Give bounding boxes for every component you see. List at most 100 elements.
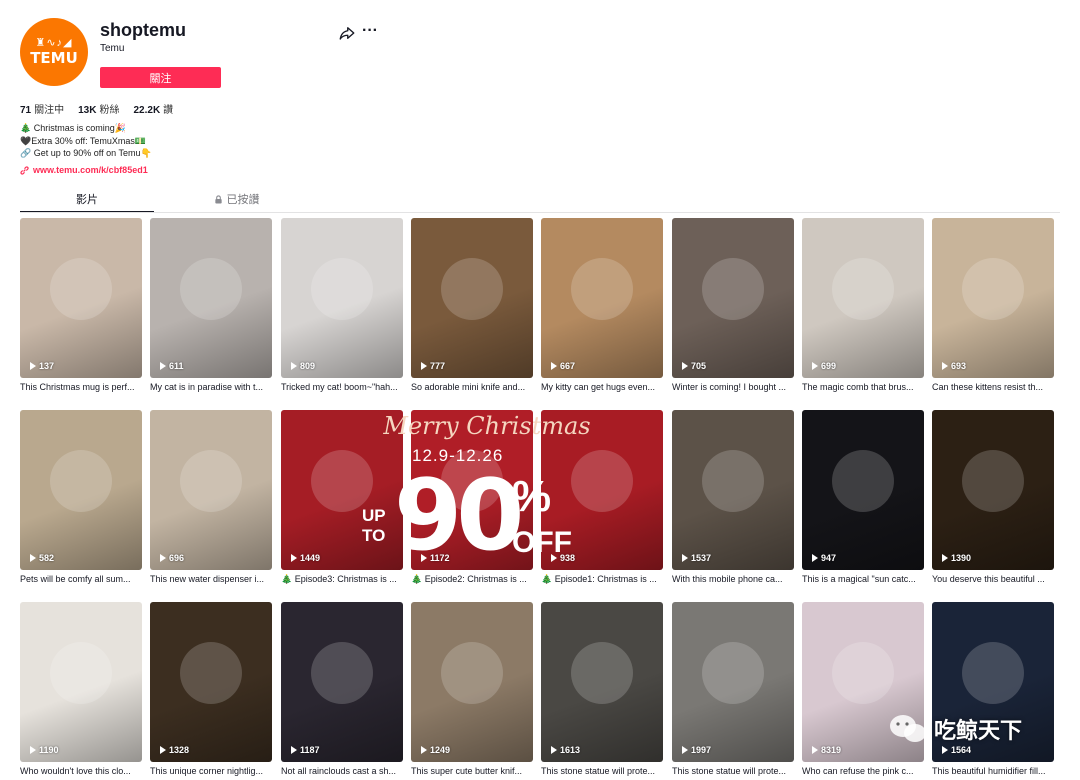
video-thumbnail[interactable]: 699 xyxy=(802,218,924,378)
video-card[interactable]: 582 Pets will be comfy all sum... xyxy=(20,410,142,584)
video-thumbnail[interactable]: 1187 xyxy=(281,602,403,762)
video-card[interactable]: 1997 This stone statue will prote... xyxy=(672,602,794,776)
video-thumbnail[interactable]: 1449 xyxy=(281,410,403,570)
video-thumbnail[interactable]: 696 xyxy=(150,410,272,570)
video-card[interactable]: 1190 Who wouldn't love this clo... xyxy=(20,602,142,776)
video-caption[interactable]: 🎄 Episode2: Christmas is ... xyxy=(411,574,533,585)
video-thumbnail[interactable]: 1997 xyxy=(672,602,794,762)
bio-link-text[interactable]: www.temu.com/k/cbf85ed1 xyxy=(33,165,148,175)
link-icon xyxy=(20,165,29,175)
video-caption[interactable]: With this mobile phone ca... xyxy=(672,574,794,584)
video-card[interactable]: 1187 Not all rainclouds cast a sh... xyxy=(281,602,403,776)
video-caption[interactable]: This beautiful humidifier fill... xyxy=(932,766,1054,776)
video-thumbnail[interactable]: 1328 xyxy=(150,602,272,762)
tab-liked[interactable]: 已按讚 xyxy=(170,191,304,209)
video-card[interactable]: 938 🎄 Episode1: Christmas is ... xyxy=(541,410,663,585)
video-caption[interactable]: Not all rainclouds cast a sh... xyxy=(281,766,403,776)
video-thumbnail[interactable]: 667 xyxy=(541,218,663,378)
video-thumbnail[interactable]: 1249 xyxy=(411,602,533,762)
video-caption[interactable]: The magic comb that brus... xyxy=(802,382,924,392)
video-card[interactable]: 696 This new water dispenser i... xyxy=(150,410,272,584)
video-caption[interactable]: Pets will be comfy all sum... xyxy=(20,574,142,584)
video-caption[interactable]: My cat is in paradise with t... xyxy=(150,382,272,392)
play-icon xyxy=(421,362,427,370)
video-caption[interactable]: You deserve this beautiful ... xyxy=(932,574,1054,584)
video-caption[interactable]: Tricked my cat! boom~"hah... xyxy=(281,382,403,392)
video-card[interactable]: 699 The magic comb that brus... xyxy=(802,218,924,392)
video-thumbnail[interactable]: 611 xyxy=(150,218,272,378)
follow-button[interactable]: 關注 xyxy=(100,67,221,88)
view-count-text: 699 xyxy=(821,361,837,371)
video-thumbnail[interactable]: 938 xyxy=(541,410,663,570)
video-card[interactable]: 1613 This stone statue will prote... xyxy=(541,602,663,776)
video-thumbnail[interactable]: 1190 xyxy=(20,602,142,762)
profile-stats: 71 關注中 13K 粉絲 22.2K 讚 xyxy=(20,101,173,116)
video-card[interactable]: 1564 This beautiful humidifier fill... xyxy=(932,602,1054,776)
view-count: 1997 xyxy=(682,745,711,755)
view-count-text: 1172 xyxy=(430,553,450,563)
video-card[interactable]: 1537 With this mobile phone ca... xyxy=(672,410,794,584)
stat-following[interactable]: 71 關注中 xyxy=(20,101,64,116)
video-thumbnail[interactable]: 777 xyxy=(411,218,533,378)
video-card[interactable]: 777 So adorable mini knife and... xyxy=(411,218,533,392)
stat-likes: 22.2K 讚 xyxy=(133,105,174,116)
video-caption[interactable]: Who wouldn't love this clo... xyxy=(20,766,142,776)
video-card[interactable]: 137 This Christmas mug is perf... xyxy=(20,218,142,392)
video-card[interactable]: 1449 🎄 Episode3: Christmas is ... xyxy=(281,410,403,585)
view-count-text: 947 xyxy=(821,553,837,563)
avatar[interactable]: ♜∿♪◢ TEMU xyxy=(20,18,88,86)
tab-videos[interactable]: 影片 xyxy=(20,191,154,213)
video-caption[interactable]: Winter is coming! I bought ... xyxy=(672,382,794,392)
video-caption[interactable]: 🎄 Episode3: Christmas is ... xyxy=(281,574,403,585)
play-icon xyxy=(812,746,818,754)
video-thumbnail[interactable]: 1390 xyxy=(932,410,1054,570)
profile-bio: 🎄 Christmas is coming🎉 🖤Extra 30% off: T… xyxy=(20,122,152,160)
video-caption[interactable]: This stone statue will prote... xyxy=(672,766,794,776)
video-card[interactable]: 705 Winter is coming! I bought ... xyxy=(672,218,794,392)
view-count: 1449 xyxy=(291,553,320,563)
stat-followers[interactable]: 13K 粉絲 xyxy=(78,101,119,116)
video-caption[interactable]: Can these kittens resist th... xyxy=(932,382,1054,392)
video-card[interactable]: 8319 Who can refuse the pink c... xyxy=(802,602,924,776)
video-thumbnail[interactable]: 947 xyxy=(802,410,924,570)
view-count-text: 1390 xyxy=(951,553,972,563)
play-icon xyxy=(682,554,688,562)
view-count: 1564 xyxy=(942,745,971,755)
view-count: 777 xyxy=(421,361,445,371)
video-card[interactable]: 1390 You deserve this beautiful ... xyxy=(932,410,1054,584)
video-thumbnail[interactable]: 1172 xyxy=(411,410,533,570)
video-card[interactable]: 1249 This super cute butter knif... xyxy=(411,602,533,776)
play-icon xyxy=(812,554,818,562)
video-card[interactable]: 809 Tricked my cat! boom~"hah... xyxy=(281,218,403,392)
video-caption[interactable]: Who can refuse the pink c... xyxy=(802,766,924,776)
video-caption[interactable]: 🎄 Episode1: Christmas is ... xyxy=(541,574,663,585)
video-card[interactable]: 947 This is a magical "sun catc... xyxy=(802,410,924,584)
video-caption[interactable]: My kitty can get hugs even... xyxy=(541,382,663,392)
video-caption[interactable]: This new water dispenser i... xyxy=(150,574,272,584)
video-thumbnail[interactable]: 705 xyxy=(672,218,794,378)
video-caption[interactable]: This is a magical "sun catc... xyxy=(802,574,924,584)
video-thumbnail[interactable]: 1613 xyxy=(541,602,663,762)
video-thumbnail[interactable]: 137 xyxy=(20,218,142,378)
video-thumbnail[interactable]: 693 xyxy=(932,218,1054,378)
video-caption[interactable]: So adorable mini knife and... xyxy=(411,382,533,392)
video-card[interactable]: 1328 This unique corner nightlig... xyxy=(150,602,272,776)
video-thumbnail[interactable]: 809 xyxy=(281,218,403,378)
video-card[interactable]: 1172 🎄 Episode2: Christmas is ... xyxy=(411,410,533,585)
more-options-icon[interactable]: ··· xyxy=(362,22,378,40)
view-count-text: 1613 xyxy=(560,745,581,755)
avatar-logo-text: TEMU xyxy=(30,49,78,67)
video-caption[interactable]: This stone statue will prote... xyxy=(541,766,663,776)
view-count-text: 1997 xyxy=(691,745,712,755)
view-count: 693 xyxy=(942,361,966,371)
video-thumbnail[interactable]: 582 xyxy=(20,410,142,570)
video-card[interactable]: 611 My cat is in paradise with t... xyxy=(150,218,272,392)
video-thumbnail[interactable]: 1537 xyxy=(672,410,794,570)
share-icon[interactable] xyxy=(338,24,356,42)
bio-link[interactable]: www.temu.com/k/cbf85ed1 xyxy=(20,165,148,175)
video-card[interactable]: 693 Can these kittens resist th... xyxy=(932,218,1054,392)
video-card[interactable]: 667 My kitty can get hugs even... xyxy=(541,218,663,392)
video-caption[interactable]: This unique corner nightlig... xyxy=(150,766,272,776)
video-caption[interactable]: This Christmas mug is perf... xyxy=(20,382,142,392)
video-caption[interactable]: This super cute butter knif... xyxy=(411,766,533,776)
